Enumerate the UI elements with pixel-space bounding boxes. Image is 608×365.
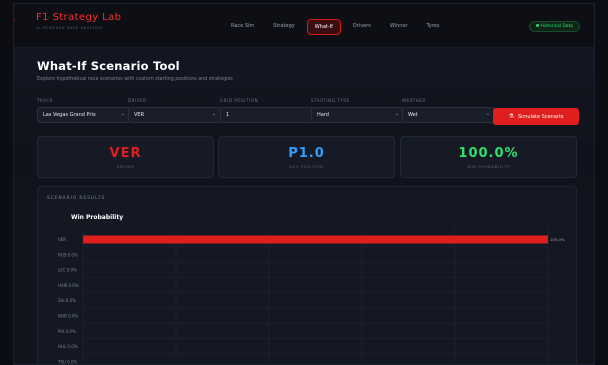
nav-race-sim[interactable]: Race Sim: [224, 19, 261, 35]
probability-stat-value: 100.0%: [458, 146, 519, 161]
track-label: TRACK: [37, 98, 54, 103]
driver-value: VER: [134, 112, 145, 118]
chevron-down-icon: ⌄: [394, 111, 399, 117]
position-stat-label: AVG POSITION: [289, 164, 324, 169]
driver-stat-card: VER DRIVER: [37, 136, 214, 178]
position-stat-card: P1.0 AVG POSITION: [218, 136, 395, 178]
simulate-scenario-button[interactable]: ⚗ Simulate Scenario: [493, 108, 579, 125]
grid-position-input[interactable]: 1: [220, 107, 314, 123]
weather-select[interactable]: Wet ⌄: [402, 107, 496, 123]
tick-label-lec: LEC 0.0%: [58, 268, 77, 273]
driver-label: DRIVER: [128, 98, 147, 103]
top-header: F1 Strategy Lab AI-POWERED RACE ANALYSIS…: [14, 4, 594, 48]
page-description: Explore hypothetical race scenarios with…: [37, 77, 233, 82]
chevron-down-icon: ⌄: [120, 111, 125, 117]
flask-icon: ⚗: [508, 113, 514, 120]
chevron-down-icon: ⌄: [485, 111, 490, 117]
tick-label-nor: NOR 0.0%: [58, 314, 79, 319]
nav-winner[interactable]: Winner: [383, 19, 415, 35]
driver-field: DRIVER VER ⌄: [128, 98, 222, 123]
driver-select[interactable]: VER ⌄: [128, 107, 222, 123]
checkered-flag-icon: [14, 19, 15, 21]
weather-field: WEATHER Wet ⌄: [402, 98, 496, 123]
track-select[interactable]: Las Vegas Grand Prix ⌄: [37, 107, 131, 123]
starting-tyre-label: STARTING TYRE: [311, 98, 350, 103]
app-logo[interactable]: F1 Strategy Lab AI-POWERED RACE ANALYSIS: [36, 12, 121, 30]
weather-label: WEATHER: [402, 98, 426, 103]
starting-tyre-select[interactable]: Hard ⌄: [311, 107, 405, 123]
chevron-down-icon: ⌄: [211, 111, 216, 117]
starting-tyre-field: STARTING TYRE Hard ⌄: [311, 98, 405, 123]
page-title: What-If Scenario Tool: [37, 59, 180, 73]
win-probability-chart: VER 100.0% RUS 0.0% LEC 0.0% HAM 0.0% SAI 0.0…: [57, 227, 565, 364]
tick-label-tsu: TSU 0.0%: [57, 359, 78, 364]
status-label: Historical Data: [540, 24, 573, 29]
tick-label-ham: HAM 0.0%: [58, 283, 79, 288]
track-value: Las Vegas Grand Prix: [43, 112, 96, 118]
starting-tyre-value: Hard: [317, 112, 329, 118]
weather-value: Wet: [408, 112, 418, 118]
track-field: TRACK Las Vegas Grand Prix ⌄: [37, 98, 131, 123]
tick-label-pia: PIA 0.0%: [58, 329, 76, 334]
grid-position-field: GRID POSITION 1: [220, 98, 314, 123]
position-stat-value: P1.0: [288, 146, 325, 161]
probability-stat-label: WIN PROBABILITY: [467, 164, 510, 169]
bar-ver[interactable]: [83, 235, 548, 244]
driver-stat-label: DRIVER: [116, 164, 135, 169]
app-window: F1 Strategy Lab AI-POWERED RACE ANALYSIS…: [13, 3, 595, 365]
probability-stat-card: 100.0% WIN PROBABILITY: [400, 136, 577, 178]
nav-strategy[interactable]: Strategy: [266, 19, 301, 35]
tick-label-hul: HUL 0.0%: [58, 344, 78, 349]
nav-drivers[interactable]: Drivers: [346, 19, 378, 35]
nav-what-if[interactable]: What-If: [306, 19, 341, 35]
app-subtitle: AI-POWERED RACE ANALYSIS: [36, 26, 103, 30]
app-title: F1 Strategy Lab: [36, 12, 122, 23]
simulate-label: Simulate Scenario: [517, 113, 564, 120]
value-label-ver: 100.0%: [550, 237, 565, 242]
status-badge: Historical Data: [528, 21, 580, 32]
scenario-results-panel: SCENARIO RESULTS Win Probability VER 100.…: [37, 186, 577, 364]
tick-label-sai: SAI 0.0%: [58, 298, 76, 303]
grid-position-value: 1: [226, 112, 230, 118]
driver-stat-value: VER: [109, 146, 142, 161]
main-nav: Race Sim Strategy What-If Drivers Winner…: [224, 19, 451, 35]
nav-tyres[interactable]: Tyres: [420, 19, 447, 35]
status-dot-icon: [535, 24, 539, 27]
tick-label-rus: RUS 0.0%: [58, 252, 78, 257]
tick-label-ver: VER: [58, 237, 66, 242]
grid-position-label: GRID POSITION: [220, 98, 259, 103]
